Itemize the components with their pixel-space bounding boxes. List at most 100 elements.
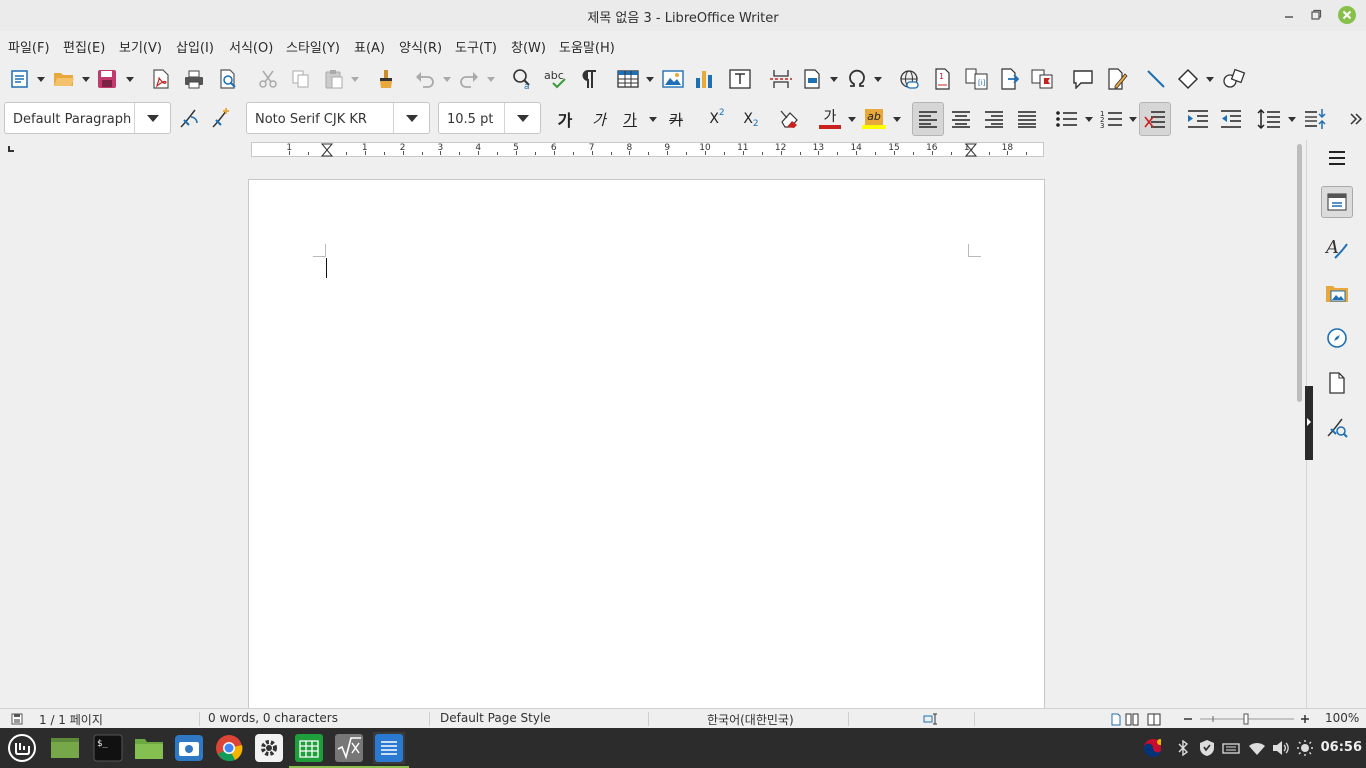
update-manager-button[interactable] <box>1198 739 1216 757</box>
language-indicator[interactable] <box>1143 739 1161 757</box>
volume-button[interactable] <box>1272 739 1290 757</box>
menu-tools[interactable]: 도구(T) <box>455 37 497 56</box>
paragraph-style-combo[interactable]: Default Paragraph <box>4 102 171 134</box>
new-style-button[interactable] <box>209 106 233 132</box>
align-center-button[interactable] <box>950 106 972 132</box>
sidebar-navigator-tab[interactable] <box>1321 322 1353 354</box>
menu-window[interactable]: 창(W) <box>511 37 546 56</box>
basic-shapes-button[interactable] <box>1177 66 1199 92</box>
insert-page-break-button[interactable] <box>769 66 793 92</box>
special-character-dropdown-arrow[interactable] <box>874 77 882 82</box>
insert-field-button[interactable] <box>802 66 824 92</box>
export-pdf-button[interactable] <box>150 66 172 92</box>
font-size-combo[interactable]: 10.5 pt <box>438 102 541 134</box>
insert-cross-reference-button[interactable] <box>999 66 1021 92</box>
open-button[interactable] <box>52 66 76 92</box>
italic-button[interactable]: 가 <box>587 106 611 132</box>
highlight-color-button[interactable]: ab <box>861 106 887 132</box>
ordered-list-dropdown-arrow[interactable] <box>1129 117 1137 122</box>
bold-button[interactable]: 가 <box>553 106 577 132</box>
menu-table[interactable]: 표(A) <box>354 37 385 56</box>
undo-dropdown-arrow[interactable] <box>443 77 451 82</box>
save-button[interactable] <box>96 66 118 92</box>
sidebar-properties-tab[interactable] <box>1321 186 1353 218</box>
align-right-button[interactable] <box>983 106 1005 132</box>
save-dropdown-arrow[interactable] <box>126 77 134 82</box>
page-style-status[interactable]: Default Page Style <box>440 711 551 725</box>
highlight-dropdown-arrow[interactable] <box>893 117 901 122</box>
underline-button[interactable]: 가 <box>619 106 641 132</box>
unordered-list-button[interactable] <box>1054 106 1080 132</box>
undo-button[interactable] <box>414 66 436 92</box>
insert-line-button[interactable] <box>1145 66 1167 92</box>
math-launcher[interactable] <box>329 732 369 768</box>
network-settings-button[interactable] <box>1222 739 1240 757</box>
menu-form[interactable]: 양식(R) <box>399 37 442 56</box>
ordered-list-button[interactable]: 123 <box>1099 106 1125 132</box>
decrease-indent-button[interactable] <box>1219 106 1243 132</box>
document-page[interactable] <box>248 179 1045 708</box>
special-character-button[interactable] <box>845 66 869 92</box>
insert-chart-button[interactable] <box>694 66 716 92</box>
sidebar-page-tab[interactable] <box>1321 367 1353 399</box>
new-document-button[interactable] <box>9 66 31 92</box>
draw-functions-button[interactable] <box>1222 66 1246 92</box>
sidebar-style-inspector-tab[interactable] <box>1321 412 1353 444</box>
redo-button[interactable] <box>458 66 480 92</box>
insert-footnote-button[interactable]: 1 <box>932 66 954 92</box>
writer-launcher[interactable] <box>369 732 409 768</box>
zoom-level-status[interactable]: 100% <box>1325 711 1359 725</box>
line-spacing-button[interactable] <box>1257 106 1281 132</box>
vertical-scrollbar[interactable] <box>1295 142 1305 708</box>
shapes-dropdown-arrow[interactable] <box>1206 77 1214 82</box>
update-style-button[interactable] <box>177 106 201 132</box>
chrome-launcher[interactable] <box>213 732 245 764</box>
menu-edit[interactable]: 편집(E) <box>63 37 105 56</box>
track-changes-button[interactable] <box>1105 66 1129 92</box>
clear-formatting-button[interactable] <box>778 106 802 132</box>
redo-dropdown-arrow[interactable] <box>487 77 495 82</box>
print-preview-button[interactable] <box>217 66 239 92</box>
word-count-status[interactable]: 0 words, 0 characters <box>208 711 338 725</box>
start-menu-button[interactable] <box>6 732 38 764</box>
clock[interactable]: 06:56 <box>1321 740 1362 755</box>
bluetooth-button[interactable] <box>1174 739 1192 757</box>
paste-dropdown-arrow[interactable] <box>351 77 359 82</box>
menu-help[interactable]: 도움말(H) <box>559 37 615 56</box>
menu-insert[interactable]: 삽입(I) <box>176 37 214 56</box>
page-number-status[interactable]: 1 / 1 페이지 <box>39 711 103 728</box>
sidebar-menu-button[interactable] <box>1321 142 1353 174</box>
settings-launcher[interactable] <box>253 732 285 764</box>
align-left-button[interactable] <box>912 102 944 136</box>
insert-endnote-button[interactable]: [i] <box>965 66 989 92</box>
find-replace-button[interactable]: a <box>512 66 534 92</box>
formatting-marks-button[interactable] <box>578 66 600 92</box>
unordered-list-dropdown-arrow[interactable] <box>1085 117 1093 122</box>
increase-indent-button[interactable] <box>1186 106 1210 132</box>
menu-file[interactable]: 파일(F) <box>8 37 50 56</box>
insert-comment-button[interactable] <box>1071 66 1095 92</box>
maximize-button[interactable] <box>1305 4 1327 26</box>
justify-button[interactable] <box>1016 106 1038 132</box>
sidebar-collapse-handle[interactable] <box>1305 386 1313 460</box>
insert-hyperlink-button[interactable] <box>898 66 920 92</box>
clone-formatting-button[interactable] <box>375 66 397 92</box>
minimize-button[interactable] <box>1278 4 1300 26</box>
brightness-button[interactable] <box>1296 739 1314 757</box>
menu-view[interactable]: 보기(V) <box>119 37 162 56</box>
copy-button[interactable] <box>290 66 312 92</box>
open-dropdown-arrow[interactable] <box>82 77 90 82</box>
field-dropdown-arrow[interactable] <box>830 77 838 82</box>
tab-stop-selector[interactable] <box>8 146 14 152</box>
terminal-launcher[interactable]: $_ <box>92 732 124 764</box>
superscript-button[interactable]: X2 <box>705 106 729 132</box>
font-color-button[interactable]: 가 <box>817 106 843 132</box>
calc-launcher[interactable] <box>289 732 329 768</box>
menu-format[interactable]: 서식(O) <box>229 37 273 56</box>
paragraph-style-dropdown-button[interactable] <box>134 103 170 133</box>
insert-textbox-button[interactable] <box>728 66 752 92</box>
close-button[interactable] <box>1336 4 1358 26</box>
insert-table-button[interactable] <box>615 66 641 92</box>
font-name-dropdown-button[interactable] <box>393 103 429 133</box>
font-name-combo[interactable]: Noto Serif CJK KR <box>246 102 430 134</box>
